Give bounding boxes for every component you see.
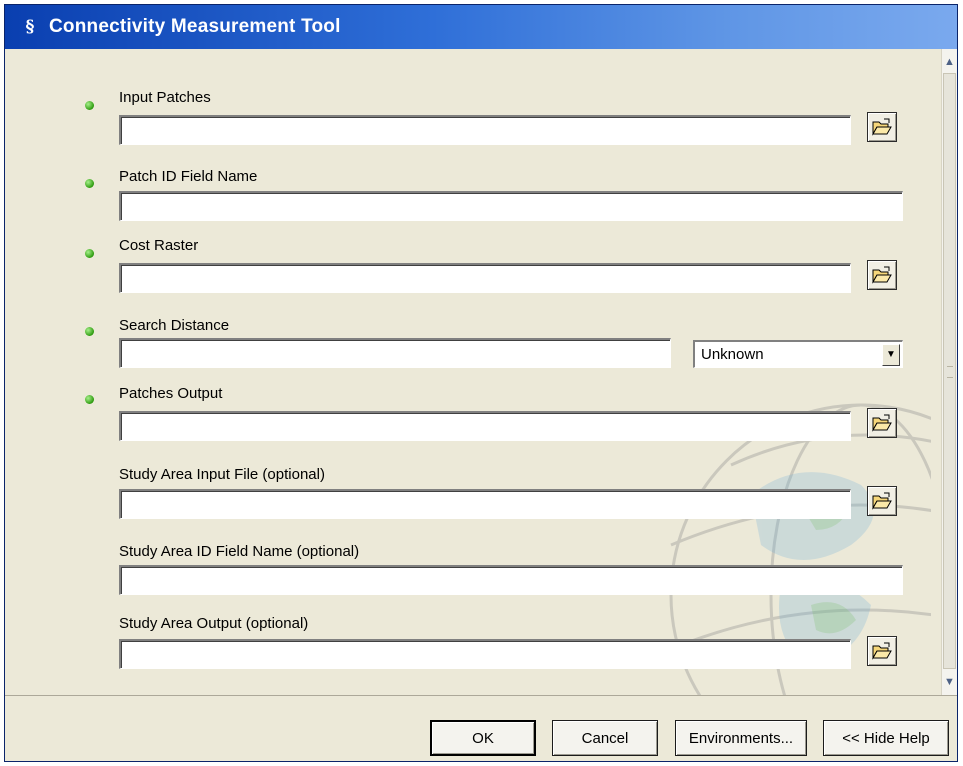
distance-unit-value: Unknown: [701, 346, 764, 363]
study-area-input-browse-button[interactable]: [867, 486, 897, 516]
scroll-down-icon[interactable]: ▼: [942, 673, 957, 691]
cost-raster-field[interactable]: [119, 263, 851, 293]
dialog-footer: OK Cancel Environments... << Hide Help: [5, 695, 957, 761]
required-bullet-icon: [85, 101, 94, 110]
required-bullet-icon: [85, 249, 94, 258]
required-bullet-icon: [85, 179, 94, 188]
scroll-up-icon[interactable]: ▲: [942, 53, 957, 71]
vertical-scrollbar[interactable]: ▲ ▼: [941, 49, 957, 695]
open-folder-icon: [872, 414, 892, 432]
cancel-button[interactable]: Cancel: [552, 720, 658, 756]
open-folder-icon: [872, 266, 892, 284]
patch-id-field-label: Patch ID Field Name: [119, 168, 258, 185]
parameters-panel: Input Patches Patch ID Field Name Cost R…: [17, 49, 941, 695]
study-area-input-field[interactable]: [119, 489, 851, 519]
search-distance-label: Search Distance: [119, 317, 230, 334]
patches-output-label: Patches Output: [119, 385, 223, 402]
grip-icon: [947, 366, 953, 378]
environments-button[interactable]: Environments...: [675, 720, 807, 756]
scroll-thumb[interactable]: [943, 73, 956, 669]
required-bullet-icon: [85, 395, 94, 404]
patch-id-field-input[interactable]: [119, 191, 903, 221]
patches-output-field[interactable]: [119, 411, 851, 441]
open-folder-icon: [872, 642, 892, 660]
script-icon: §: [25, 17, 35, 37]
study-area-id-field-input[interactable]: [119, 565, 903, 595]
study-area-output-browse-button[interactable]: [867, 636, 897, 666]
study-area-output-label: Study Area Output (optional): [119, 615, 309, 632]
study-area-input-label: Study Area Input File (optional): [119, 466, 325, 483]
cost-raster-browse-button[interactable]: [867, 260, 897, 290]
input-patches-browse-button[interactable]: [867, 112, 897, 142]
open-folder-icon: [872, 492, 892, 510]
input-patches-label: Input Patches: [119, 89, 211, 106]
hide-help-button[interactable]: << Hide Help: [823, 720, 949, 756]
study-area-output-field[interactable]: [119, 639, 851, 669]
window-title: Connectivity Measurement Tool: [49, 16, 341, 37]
title-bar[interactable]: § Connectivity Measurement Tool: [5, 5, 957, 49]
study-area-id-field-label: Study Area ID Field Name (optional): [119, 543, 360, 560]
cost-raster-label: Cost Raster: [119, 237, 199, 254]
chevron-down-icon[interactable]: ▼: [882, 343, 900, 366]
input-patches-field[interactable]: [119, 115, 851, 145]
tool-dialog: § Connectivity Measurement Tool Input Pa…: [4, 4, 958, 762]
open-folder-icon: [872, 118, 892, 136]
search-distance-field[interactable]: [119, 338, 671, 368]
distance-unit-select[interactable]: Unknown ▼: [693, 340, 903, 368]
ok-button[interactable]: OK: [430, 720, 536, 756]
required-bullet-icon: [85, 327, 94, 336]
patches-output-browse-button[interactable]: [867, 408, 897, 438]
